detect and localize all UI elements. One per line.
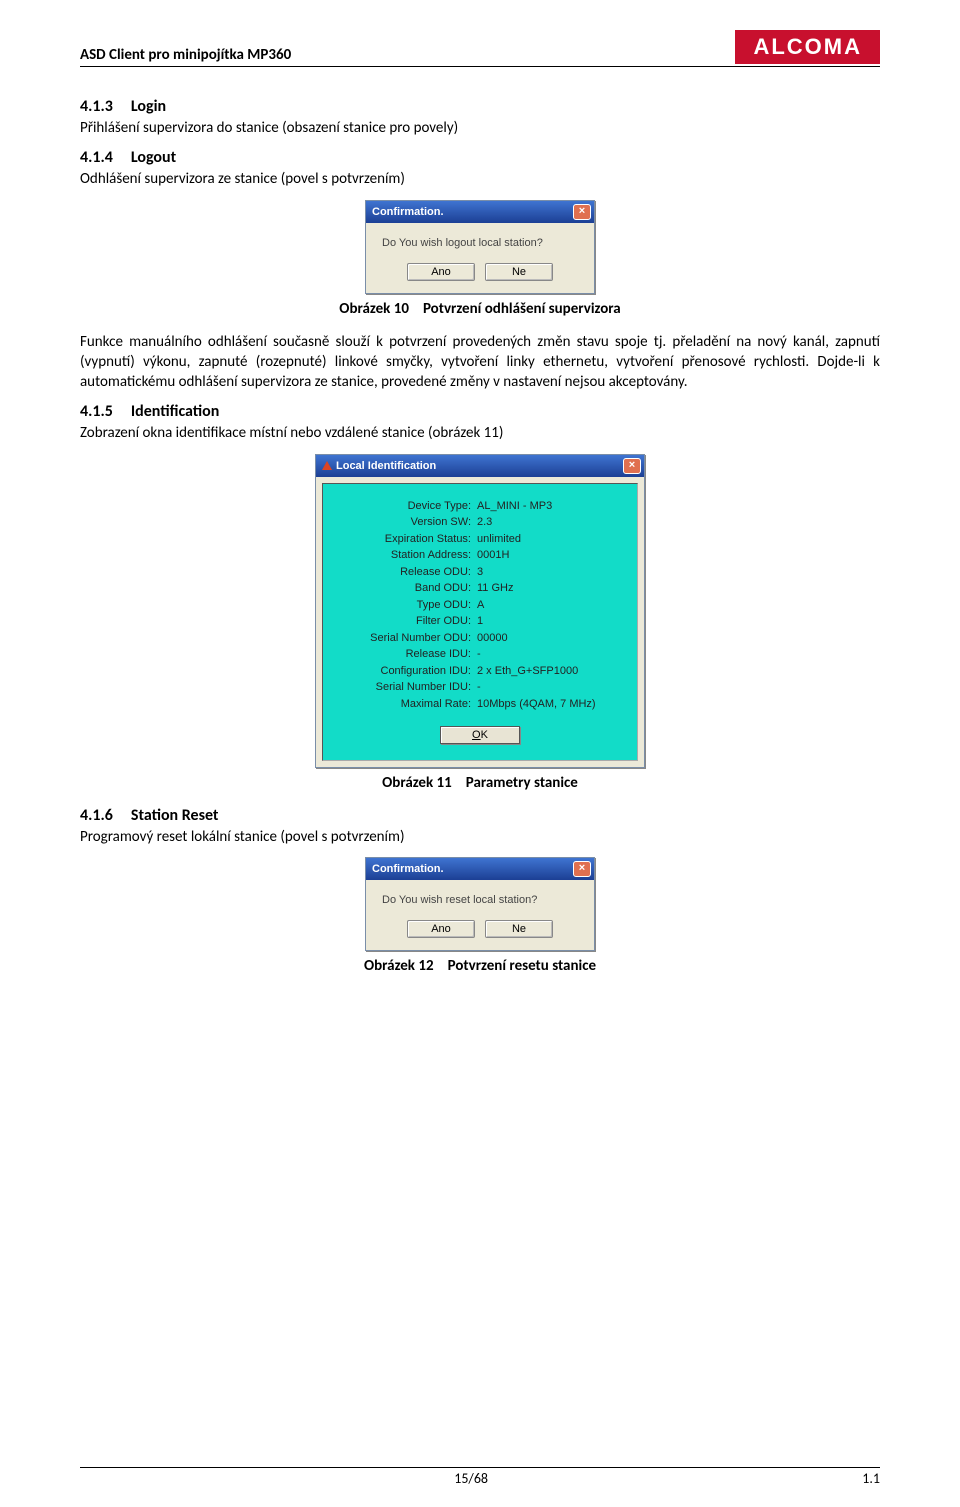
- dialog-title: Local Identification: [336, 460, 436, 472]
- identification-row: Release ODU:3: [337, 564, 623, 581]
- id-label: Filter ODU:: [337, 613, 477, 630]
- para-login: Přihlášení supervizora do stanice (obsaz…: [80, 118, 880, 138]
- figure11-caption: Obrázek 11 Parametry stanice: [80, 774, 880, 792]
- heading-station-reset: 4.1.6 Station Reset: [80, 806, 880, 825]
- id-value: 0001H: [477, 547, 623, 564]
- identification-row: Serial Number IDU:-: [337, 679, 623, 696]
- heading-text: Identification: [131, 402, 219, 421]
- id-label: Device Type:: [337, 498, 477, 515]
- identification-dialog: Local Identification × Device Type:AL_MI…: [315, 454, 645, 769]
- figure-caption-text: Potvrzení resetu stanice: [448, 957, 596, 975]
- heading-text: Login: [131, 97, 166, 116]
- identification-row: Version SW:2.3: [337, 514, 623, 531]
- confirmation-dialog-logout: Confirmation. × Do You wish logout local…: [365, 200, 595, 294]
- para-identification: Zobrazení okna identifikace místní nebo …: [80, 423, 880, 443]
- close-icon[interactable]: ×: [573, 204, 591, 220]
- id-label: Release IDU:: [337, 646, 477, 663]
- heading-number: 4.1.5: [80, 402, 113, 421]
- no-button[interactable]: Ne: [485, 920, 553, 938]
- close-icon[interactable]: ×: [623, 458, 641, 474]
- id-value: 11 GHz: [477, 580, 623, 597]
- id-label: Serial Number ODU:: [337, 630, 477, 647]
- id-label: Serial Number IDU:: [337, 679, 477, 696]
- figure-label: Obrázek 12: [364, 957, 434, 975]
- id-label: Configuration IDU:: [337, 663, 477, 680]
- no-button[interactable]: Ne: [485, 263, 553, 281]
- identification-row: Filter ODU:1: [337, 613, 623, 630]
- heading-text: Logout: [131, 148, 176, 167]
- id-value: -: [477, 646, 623, 663]
- id-value: unlimited: [477, 531, 623, 548]
- heading-number: 4.1.6: [80, 806, 113, 825]
- id-label: Release ODU:: [337, 564, 477, 581]
- dialog-titlebar: Local Identification ×: [316, 455, 644, 477]
- id-value: AL_MINI - MP3: [477, 498, 623, 515]
- id-value: A: [477, 597, 623, 614]
- figure-caption-text: Parametry stanice: [466, 774, 578, 792]
- page-number: 15/68: [454, 1470, 488, 1487]
- para-logout-detail: Funkce manuálního odhlášení současně slo…: [80, 332, 880, 393]
- id-label: Maximal Rate:: [337, 696, 477, 713]
- id-value: 00000: [477, 630, 623, 647]
- para-station-reset: Programový reset lokální stanice (povel …: [80, 827, 880, 847]
- identification-row: Type ODU:A: [337, 597, 623, 614]
- figure10-caption: Obrázek 10 Potvrzení odhlášení supervizor…: [80, 300, 880, 318]
- id-value: 3: [477, 564, 623, 581]
- identification-row: Expiration Status:unlimited: [337, 531, 623, 548]
- id-value: 2 x Eth_G+SFP1000: [477, 663, 623, 680]
- identification-row: Maximal Rate:10Mbps (4QAM, 7 MHz): [337, 696, 623, 713]
- id-label: Version SW:: [337, 514, 477, 531]
- doc-title: ASD Client pro minipojítka MP360: [80, 46, 291, 64]
- identification-row: Device Type:AL_MINI - MP3: [337, 498, 623, 515]
- yes-button[interactable]: Ano: [407, 263, 475, 281]
- page-header: ASD Client pro minipojítka MP360 ALCOMA: [80, 30, 880, 67]
- brand-logo: ALCOMA: [735, 30, 880, 64]
- heading-identification: 4.1.5 Identification: [80, 402, 880, 421]
- figure12-caption: Obrázek 12 Potvrzení resetu stanice: [80, 957, 880, 975]
- id-label: Band ODU:: [337, 580, 477, 597]
- id-value: 10Mbps (4QAM, 7 MHz): [477, 696, 623, 713]
- id-value: -: [477, 679, 623, 696]
- identification-row: Serial Number ODU:00000: [337, 630, 623, 647]
- app-icon: [322, 461, 332, 470]
- heading-number: 4.1.4: [80, 148, 113, 167]
- yes-button[interactable]: Ano: [407, 920, 475, 938]
- heading-number: 4.1.3: [80, 97, 113, 116]
- close-icon[interactable]: ×: [573, 861, 591, 877]
- dialog-question: Do You wish logout local station?: [382, 237, 578, 249]
- id-label: Type ODU:: [337, 597, 477, 614]
- dialog-title: Confirmation.: [372, 206, 444, 218]
- identification-row: Station Address:0001H: [337, 547, 623, 564]
- id-label: Station Address:: [337, 547, 477, 564]
- figure-caption-text: Potvrzení odhlášení supervizora: [423, 300, 621, 318]
- identification-row: Configuration IDU:2 x Eth_G+SFP1000: [337, 663, 623, 680]
- heading-text: Station Reset: [131, 806, 219, 825]
- dialog-titlebar: Confirmation. ×: [366, 201, 594, 223]
- heading-logout: 4.1.4 Logout: [80, 148, 880, 167]
- id-value: 1: [477, 613, 623, 630]
- confirmation-dialog-reset: Confirmation. × Do You wish reset local …: [365, 857, 595, 951]
- identification-row: Band ODU:11 GHz: [337, 580, 623, 597]
- heading-login: 4.1.3 Login: [80, 97, 880, 116]
- identification-row: Release IDU:-: [337, 646, 623, 663]
- dialog-titlebar: Confirmation. ×: [366, 858, 594, 880]
- page-footer: 15/68 1.1: [80, 1467, 880, 1487]
- figure-label: Obrázek 10: [339, 300, 409, 318]
- id-value: 2.3: [477, 514, 623, 531]
- id-label: Expiration Status:: [337, 531, 477, 548]
- figure-label: Obrázek 11: [382, 774, 452, 792]
- doc-version: 1.1: [862, 1470, 880, 1487]
- dialog-title: Confirmation.: [372, 863, 444, 875]
- dialog-question: Do You wish reset local station?: [382, 894, 578, 906]
- ok-button[interactable]: OK: [440, 726, 520, 744]
- para-logout: Odhlášení supervizora ze stanice (povel …: [80, 169, 880, 189]
- identification-panel: Device Type:AL_MINI - MP3Version SW:2.3E…: [322, 483, 638, 762]
